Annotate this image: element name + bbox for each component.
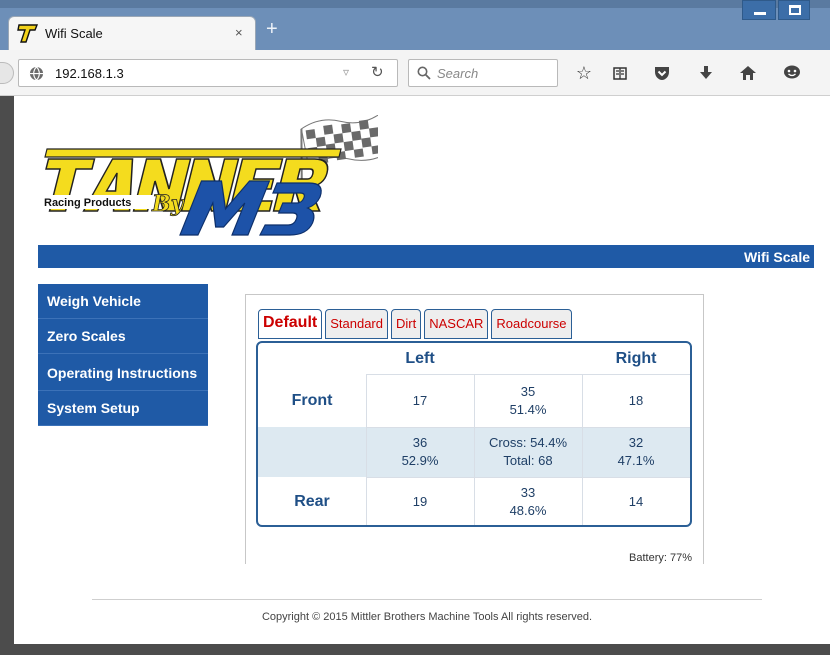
rear-left-weight: 19 <box>412 494 428 509</box>
front-right-weight: 18 <box>628 392 644 408</box>
tab-nascar[interactable]: NASCAR <box>424 309 489 339</box>
battery-status: Battery: 77% <box>629 552 692 564</box>
copyright-text: Copyright © 2015 Mittler Brothers Machin… <box>261 611 593 623</box>
sidebar-item-zero-scales[interactable]: Zero Scales <box>38 319 208 354</box>
sidebar-item-system-setup[interactable]: System Setup <box>38 391 208 426</box>
cross-total-cell: Cross: 54.4% Total: 68 <box>474 427 582 477</box>
url-text[interactable]: 192.168.1.3 <box>55 66 124 81</box>
browser-navbar: 192.168.1.3 ▿ ↻ Search ☆ <box>0 50 830 96</box>
right-percent: 47.1% <box>617 453 655 468</box>
search-placeholder: Search <box>437 66 479 81</box>
right-total-weight: 32 <box>628 435 644 450</box>
window-maximize-button[interactable] <box>778 0 810 20</box>
row-header-front: Front <box>291 391 333 409</box>
new-tab-button[interactable]: + <box>266 19 278 39</box>
tanner-favicon-icon <box>17 22 39 44</box>
left-total-weight: 36 <box>412 435 428 450</box>
front-percent: 51.4% <box>509 401 547 417</box>
right-total-cell: 32 47.1% <box>582 427 690 477</box>
front-total-weight: 35 <box>520 383 536 399</box>
sidebar-item-operating-instructions[interactable]: Operating Instructions <box>38 354 208 391</box>
reading-list-icon[interactable] <box>608 62 632 84</box>
footer-divider <box>92 599 762 600</box>
cross-percent: Cross: 54.4% <box>488 435 568 450</box>
rear-total-cell: 33 48.6% <box>474 477 582 525</box>
tab-dirt[interactable]: Dirt <box>391 309 422 339</box>
left-total-cell: 36 52.9% <box>366 427 474 477</box>
profile-tabs: Default Standard Dirt NASCAR Roadcourse <box>258 309 572 339</box>
address-bar[interactable]: 192.168.1.3 ▿ ↻ <box>18 59 398 87</box>
front-total-cell: 35 51.4% <box>474 374 582 427</box>
site-header-title: Wifi Scale <box>743 249 810 265</box>
star-icon[interactable]: ☆ <box>572 62 596 84</box>
window-minimize-button[interactable] <box>742 0 776 20</box>
tab-close-icon[interactable]: × <box>235 25 243 40</box>
browser-tab[interactable]: Wifi Scale × <box>8 16 256 50</box>
sidebar-nav: Weigh Vehicle Zero Scales Operating Inst… <box>38 284 208 426</box>
url-dropdown-icon[interactable]: ▿ <box>343 65 349 79</box>
browser-titlebar: Wifi Scale × + <box>0 0 830 50</box>
tab-default[interactable]: Default <box>258 309 323 339</box>
tab-roadcourse[interactable]: Roadcourse <box>491 309 572 339</box>
tanner-m3-logo: Racing Products By <box>42 115 378 236</box>
rear-total-weight: 33 <box>520 485 536 500</box>
pocket-icon[interactable] <box>650 62 674 84</box>
tab-standard[interactable]: Standard <box>325 309 388 339</box>
back-button[interactable] <box>0 62 14 84</box>
weight-grid: Left Right Front 17 35 51.4% 18 36 52.9%… <box>256 341 692 527</box>
rear-right-weight: 14 <box>628 494 644 509</box>
viewport-left-border <box>0 96 14 655</box>
svg-text:Racing Products: Racing Products <box>44 197 131 209</box>
reload-icon[interactable]: ↻ <box>371 63 384 81</box>
home-icon[interactable] <box>736 62 760 84</box>
front-left-weight: 17 <box>412 392 428 408</box>
download-icon[interactable] <box>694 62 718 84</box>
svg-text:By: By <box>151 191 186 217</box>
row-header-rear: Rear <box>294 493 330 510</box>
viewport-bottom-border <box>0 644 830 655</box>
globe-icon <box>29 66 44 81</box>
rear-percent: 48.6% <box>509 503 547 518</box>
search-input[interactable]: Search <box>408 59 558 87</box>
total-weight: Total: 68 <box>503 453 553 468</box>
titlebar-strip <box>0 0 830 8</box>
site-header-bar: Wifi Scale <box>38 245 814 268</box>
sidebar-item-weigh-vehicle[interactable]: Weigh Vehicle <box>38 284 208 319</box>
column-header-left: Left <box>405 349 435 367</box>
search-icon <box>417 66 431 80</box>
chat-icon[interactable] <box>780 62 804 84</box>
tab-title: Wifi Scale <box>45 26 103 41</box>
column-header-right: Right <box>615 349 657 367</box>
left-percent: 52.9% <box>401 453 439 468</box>
